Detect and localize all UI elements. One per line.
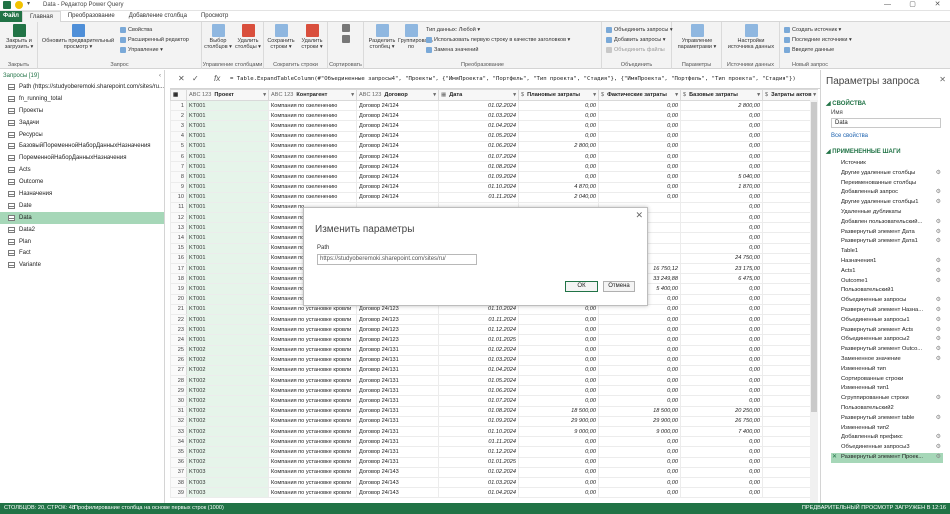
- edit-parameters-dialog: ✕ Изменить параметры Path https://studyo…: [303, 207, 648, 306]
- path-label: Path: [317, 245, 330, 251]
- path-input[interactable]: https://studyoberemoki.sharepoint.com/si…: [317, 254, 477, 265]
- power-query-window: ▾ Data - Редактор Power Query — ▢ ✕ Файл…: [0, 0, 950, 514]
- modal-overlay: ✕ Изменить параметры Path https://studyo…: [0, 0, 950, 514]
- dialog-close-icon[interactable]: ✕: [635, 210, 643, 221]
- ok-button[interactable]: ОК: [565, 281, 598, 292]
- dialog-title: Изменить параметры: [315, 224, 415, 235]
- cancel-button[interactable]: Отмена: [603, 281, 635, 292]
